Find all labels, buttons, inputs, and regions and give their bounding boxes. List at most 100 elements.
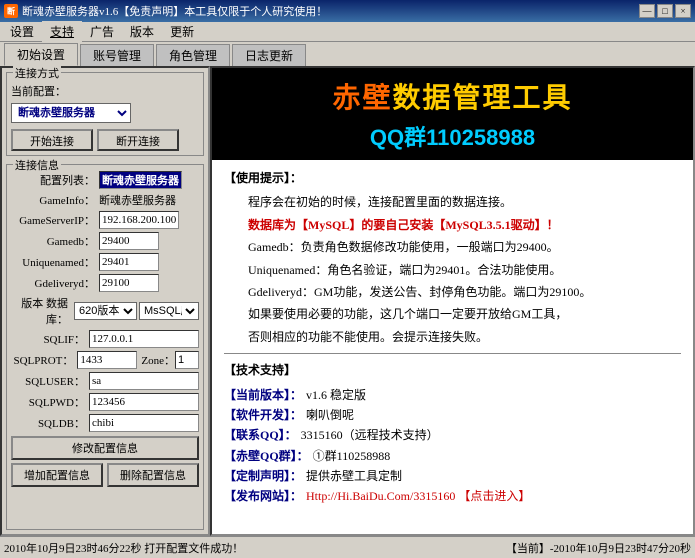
tech-value-1: 喇叭倒呢 (306, 405, 354, 425)
status-right: 【当前】-2010年10月9日23时47分20秒 (506, 540, 691, 556)
config-list-row: 配置列表： 断魂赤壁服务器 (11, 171, 199, 189)
sqluser-row: SQLUSER： (11, 372, 199, 390)
sqldb-input[interactable] (89, 414, 199, 432)
content-area: 【使用提示】： 程序会在初始的时候，连接配置里面的数据连接。 数据库为【MySQ… (212, 160, 693, 534)
tech-label-1: 【软件开发】： (224, 405, 302, 425)
tech-row-3: 【赤壁QQ群】： ①群110258988 (224, 446, 681, 466)
status-bar: 2010年10月9日23时46分22秒 打开配置文件成功！ 【当前】-2010年… (0, 536, 695, 558)
menu-update[interactable]: 更新 (162, 21, 202, 42)
sqldb-label: SQLDB： (11, 415, 89, 431)
usage-tips-title: 【使用提示】： (224, 168, 681, 188)
title-text: 断魂赤壁服务器v1.6【免责声明】本工具仅限于个人研究使用！ (22, 3, 327, 19)
tech-row-1: 【软件开发】： 喇叭倒呢 (224, 405, 681, 425)
tech-support-title: 【技术支持】 (224, 360, 681, 380)
connect-section-title: 连接方式 (13, 65, 61, 81)
menu-support[interactable]: 支持 (42, 21, 82, 42)
title-controls: — □ × (639, 4, 691, 18)
tech-value-4: 提供赤壁工具定制 (306, 466, 402, 486)
tech-row-4: 【定制声明】： 提供赤壁工具定制 (224, 466, 681, 486)
connect-buttons: 开始连接 断开连接 (11, 129, 199, 151)
usage-para-5: Gdeliveryd：GM功能，发送公告、封停角色功能。端口为29100。 (224, 282, 681, 302)
tech-row-5: 【发布网站】： Http://Hi.BaiDu.Com/3315160 【点击进… (224, 486, 681, 506)
bottom-buttons: 修改配置信息 增加配置信息 删除配置信息 (11, 436, 199, 487)
usage-para-3: Gamedb：负责角色数据修改功能使用，一般端口为29400。 (224, 237, 681, 257)
db-version-row: 版本 数据库： 620版本 MsSQL库 (11, 295, 199, 327)
gdeliveryd-row: Gdeliveryd： 29100 (11, 274, 199, 292)
gamedb-label: Gamedb： (11, 233, 99, 249)
title-bar: 断 断魂赤壁服务器v1.6【免责声明】本工具仅限于个人研究使用！ — □ × (0, 0, 695, 22)
banner: 赤壁数据管理工具 QQ群110258988 (212, 68, 693, 160)
minimize-button[interactable]: — (639, 4, 655, 18)
usage-para-2: 数据库为【MySQL】的要自己安装【MySQL3.5.1驱动】！ (224, 215, 681, 235)
tech-label-5: 【发布网站】： (224, 486, 302, 506)
tech-label-0: 【当前版本】： (224, 385, 302, 405)
tab-role-management[interactable]: 角色管理 (156, 44, 230, 66)
delete-config-button[interactable]: 删除配置信息 (107, 463, 199, 487)
menu-version[interactable]: 版本 (122, 21, 162, 42)
connection-info-title: 连接信息 (13, 157, 61, 173)
uniquenamed-value: 29401 (99, 253, 159, 271)
tech-row-2: 【联系QQ】： 3315160（远程技术支持） (224, 425, 681, 445)
banner-title-part2: 数据管理工具 (393, 82, 573, 113)
menu-settings[interactable]: 设置 (2, 21, 42, 42)
menu-ads[interactable]: 广告 (82, 21, 122, 42)
gdeliveryd-value: 29100 (99, 274, 159, 292)
add-config-button[interactable]: 增加配置信息 (11, 463, 103, 487)
sqlprot-label: SQLPROT： (11, 352, 77, 368)
usage-para-6: 如果要使用必要的功能，这几个端口一定要开放给GM工具， (224, 304, 681, 324)
current-config-row: 当前配置： (11, 83, 199, 99)
modify-config-button[interactable]: 修改配置信息 (11, 436, 199, 460)
sqluser-input[interactable] (89, 372, 199, 390)
uniquenamed-row: Uniquenamed： 29401 (11, 253, 199, 271)
app-icon: 断 (4, 4, 18, 18)
tab-bar: 初始设置 账号管理 角色管理 日志更新 (0, 42, 695, 66)
tab-account-management[interactable]: 账号管理 (80, 44, 154, 66)
db-version-label: 版本 数据库： (11, 295, 72, 327)
gdeliveryd-label: Gdeliveryd： (11, 275, 99, 291)
gameinfo-label: GameInfo： (11, 192, 99, 208)
usage-para-1: 程序会在初始的时候，连接配置里面的数据连接。 (224, 192, 681, 212)
sqlpwd-row: SQLPWD： (11, 393, 199, 411)
config-dropdown[interactable]: 断魂赤壁服务器 (11, 103, 131, 123)
tech-label-3: 【赤壁QQ群】： (224, 446, 309, 466)
gameinfo-value: 断魂赤壁服务器 (99, 192, 176, 208)
title-bar-text: 断 断魂赤壁服务器v1.6【免责声明】本工具仅限于个人研究使用！ (4, 3, 327, 19)
sqlif-input[interactable] (89, 330, 199, 348)
tech-value-0: v1.6 稳定版 (306, 385, 366, 405)
divider (224, 353, 681, 354)
left-panel: 连接方式 当前配置： 断魂赤壁服务器 开始连接 断开连接 连接信息 配置列表： … (0, 66, 210, 536)
sqlif-label: SQLIF： (11, 331, 89, 347)
gameinfo-row: GameInfo： 断魂赤壁服务器 (11, 192, 199, 208)
gameserverip-row: GameServerIP： 192.168.200.100 (11, 211, 199, 229)
tech-value-3: ①群110258988 (313, 446, 391, 466)
tab-log-update[interactable]: 日志更新 (232, 44, 306, 66)
tech-label-4: 【定制声明】： (224, 466, 302, 486)
sqlpwd-label: SQLPWD： (11, 394, 89, 410)
main-area: 连接方式 当前配置： 断魂赤壁服务器 开始连接 断开连接 连接信息 配置列表： … (0, 66, 695, 536)
db-version-select[interactable]: 620版本 (74, 302, 137, 320)
gamedb-value: 29400 (99, 232, 159, 250)
add-delete-buttons: 增加配置信息 删除配置信息 (11, 463, 199, 487)
sqluser-label: SQLUSER： (11, 373, 89, 389)
tech-support-content: 【当前版本】： v1.6 稳定版 【软件开发】： 喇叭倒呢 【联系QQ】： 33… (224, 385, 681, 507)
sqlif-row: SQLIF： (11, 330, 199, 348)
config-list-value: 断魂赤壁服务器 (99, 171, 182, 189)
tab-initial-settings[interactable]: 初始设置 (4, 43, 78, 66)
zone-label: Zone： (141, 352, 175, 368)
start-connect-button[interactable]: 开始连接 (11, 129, 93, 151)
tech-label-2: 【联系QQ】： (224, 425, 297, 445)
menu-bar: 设置 支持 广告 版本 更新 (0, 22, 695, 42)
zone-input[interactable] (175, 351, 199, 369)
tech-row-0: 【当前版本】： v1.6 稳定版 (224, 385, 681, 405)
connection-info-section: 连接信息 配置列表： 断魂赤壁服务器 GameInfo： 断魂赤壁服务器 Gam… (6, 164, 204, 530)
maximize-button[interactable]: □ (657, 4, 673, 18)
db-type-select[interactable]: MsSQL库 (139, 302, 199, 320)
sqlprot-input[interactable] (77, 351, 137, 369)
tech-value-5[interactable]: Http://Hi.BaiDu.Com/3315160 【点击进入】 (306, 486, 530, 506)
sqldb-row: SQLDB： (11, 414, 199, 432)
close-button[interactable]: × (675, 4, 691, 18)
uniquenamed-label: Uniquenamed： (11, 254, 99, 270)
stop-connect-button[interactable]: 断开连接 (97, 129, 179, 151)
gamedb-row: Gamedb： 29400 (11, 232, 199, 250)
sqlpwd-input[interactable] (89, 393, 199, 411)
